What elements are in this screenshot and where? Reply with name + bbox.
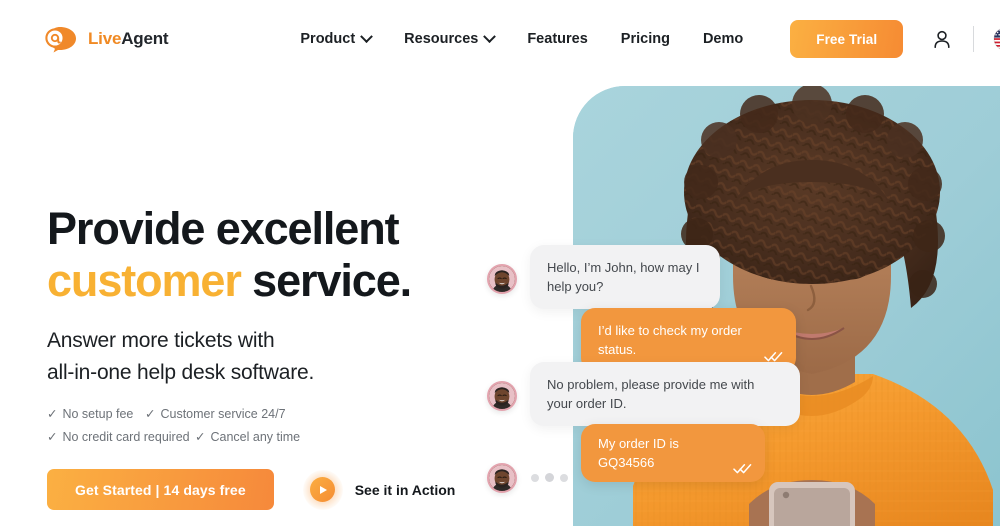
check-icon: ✓ (145, 407, 156, 421)
nav-item-product[interactable]: Product (300, 29, 374, 47)
perk-item-no-credit-card: ✓ No credit card required (47, 429, 195, 444)
double-check-icon (733, 464, 752, 474)
avatar (489, 266, 515, 292)
language-selector[interactable] (994, 28, 1000, 50)
agent-avatar (487, 463, 517, 493)
logo-link[interactable]: LiveAgent (44, 25, 169, 53)
perk-item-no-setup-fee: ✓ No setup fee (47, 406, 145, 421)
avatar (489, 465, 515, 491)
see-it-in-action-label: See it in Action (354, 481, 456, 498)
agent-avatar (487, 381, 517, 411)
nav-label-pricing: Pricing (620, 31, 670, 47)
perk-item-customer-service: ✓ Customer service 24/7 (145, 406, 286, 421)
chat-bubble-user-2-text: My order ID is GQ34566 (598, 436, 679, 470)
see-it-in-action-link[interactable]: See it in Action (302, 469, 456, 510)
chat-bubble-user-2: My order ID is GQ34566 (581, 424, 765, 482)
nav-label-features: Features (527, 31, 588, 47)
check-icon: ✓ (47, 407, 58, 421)
at-speech-bubble-icon (44, 25, 80, 53)
cta-row: Get Started | 14 days free See it in Act… (47, 469, 455, 510)
nav-item-pricing[interactable]: Pricing (621, 31, 670, 47)
chevron-down-icon (483, 29, 497, 43)
nav-item-demo[interactable]: Demo (703, 31, 743, 47)
chat-bubble-agent-2: No problem, please provide me with your … (530, 362, 800, 426)
perk-row: ✓ No credit card required ✓ Cancel any t… (47, 429, 300, 444)
check-icon: ✓ (47, 430, 58, 444)
main-navigation: Product Resources Features Pricing Demo (300, 29, 743, 47)
perk-row: ✓ No setup fee ✓ Customer service 24/7 (47, 406, 300, 421)
double-check-icon (764, 352, 783, 362)
header-divider (973, 26, 975, 52)
page-title: Provide excellent customer service. (47, 203, 412, 307)
chat-bubble-user-1-text: I’d like to check my order status. (598, 323, 742, 357)
typing-dot (545, 473, 554, 482)
nav-label-product: Product (300, 31, 356, 47)
brand-name-secondary: Agent (121, 29, 169, 48)
nav-item-features[interactable]: Features (527, 31, 587, 47)
us-flag-icon (994, 28, 1000, 50)
headline-accent-word: customer (47, 255, 242, 306)
site-header: LiveAgent Product Resources Features Pri… (0, 0, 1000, 78)
brand-wordmark: LiveAgent (88, 29, 169, 49)
perk-label: Customer service 24/7 (160, 407, 286, 421)
chevron-down-icon (360, 29, 374, 43)
headline-line-1: Provide excellent (47, 203, 400, 254)
perk-label: No setup fee (62, 407, 134, 421)
avatar (489, 383, 515, 409)
subhead-line-1: Answer more tickets with (47, 329, 275, 352)
typing-dots-icon (531, 473, 568, 482)
nav-label-demo: Demo (702, 31, 744, 47)
typing-dot (531, 473, 539, 482)
perk-item-cancel-any-time: ✓ Cancel any time (195, 429, 300, 444)
brand-name-primary: Live (88, 29, 122, 48)
agent-avatar (487, 264, 517, 294)
user-icon[interactable] (933, 30, 951, 49)
perk-list: ✓ No setup fee ✓ Customer service 24/7 ✓… (47, 406, 300, 444)
get-started-button[interactable]: Get Started | 14 days free (47, 469, 274, 510)
nav-item-resources[interactable]: Resources (404, 29, 497, 47)
headline-line-2-rest: service. (240, 255, 412, 306)
chat-bubble-agent-1: Hello, I’m John, how may I help you? (530, 245, 720, 309)
hero-subheading: Answer more tickets with all-in-one help… (47, 325, 314, 389)
play-button[interactable] (302, 469, 343, 510)
free-trial-button[interactable]: Free Trial (790, 20, 904, 58)
landing-page: LiveAgent Product Resources Features Pri… (0, 0, 1000, 526)
check-icon: ✓ (195, 430, 206, 444)
subhead-line-2: all-in-one help desk software. (47, 361, 315, 384)
typing-dot (560, 473, 568, 482)
nav-label-resources: Resources (404, 31, 479, 47)
play-triangle (320, 485, 328, 494)
perk-label: No credit card required (62, 430, 190, 444)
perk-label: Cancel any time (210, 430, 301, 444)
